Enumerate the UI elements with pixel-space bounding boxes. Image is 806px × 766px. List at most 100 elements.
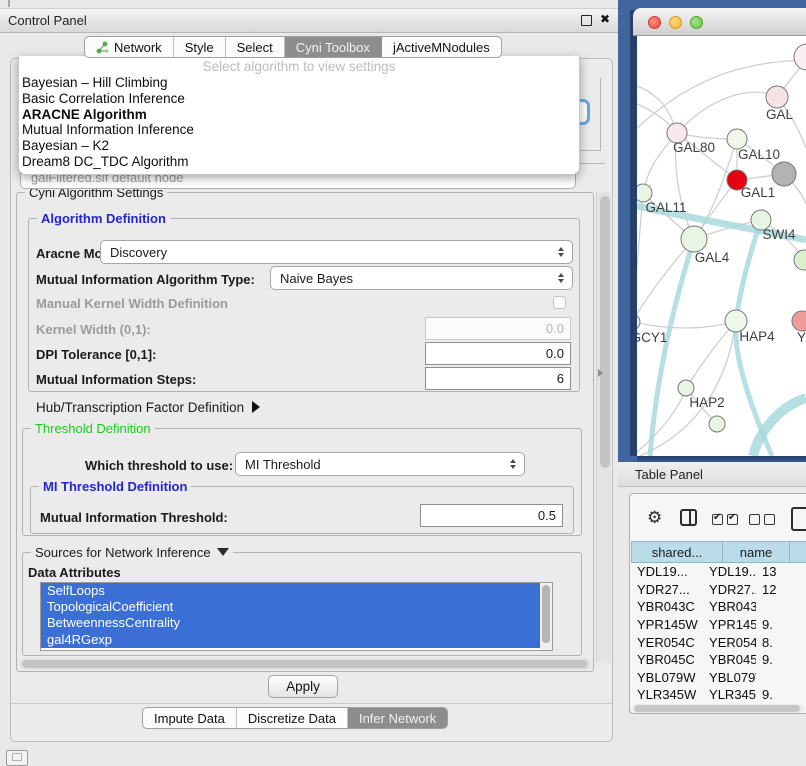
stepper-icon bbox=[553, 247, 568, 257]
table-row[interactable]: YPR145WYPR145W9. bbox=[631, 616, 806, 634]
table-cell: YDR27... bbox=[703, 582, 756, 597]
algorithm-option-selected[interactable]: ARACNE Algorithm bbox=[19, 107, 579, 123]
table-cell: 9. bbox=[756, 617, 806, 632]
kernel-width-input[interactable]: 0.0 bbox=[425, 317, 571, 340]
control-panel-tabs: Network Style Select Cyni Toolbox jActiv… bbox=[84, 36, 502, 58]
table-row[interactable]: YBR043CYBR043C bbox=[631, 598, 806, 616]
network-node-gal[interactable] bbox=[766, 86, 788, 108]
table-row[interactable]: YBR045CYBR045C9. bbox=[631, 651, 806, 669]
network-node-hap2[interactable] bbox=[678, 380, 694, 396]
table-cell: YER054C bbox=[631, 635, 703, 650]
table-row[interactable]: YDL19...YDL19...13 bbox=[631, 563, 806, 581]
algorithm-option[interactable]: Dream8 DC_TDC Algorithm bbox=[19, 154, 579, 170]
tab-jactivemnodules[interactable]: jActiveMNodules bbox=[382, 37, 501, 57]
table-cell: YBR043C bbox=[631, 599, 703, 614]
tab-impute-data[interactable]: Impute Data bbox=[143, 708, 237, 728]
network-node[interactable] bbox=[772, 162, 796, 186]
threshold-definition-title: Threshold Definition bbox=[31, 421, 155, 436]
table-cell: YDL19... bbox=[631, 564, 703, 579]
columns-icon[interactable] bbox=[680, 509, 697, 526]
tab-discretize-data[interactable]: Discretize Data bbox=[237, 708, 348, 728]
tab-cyni-toolbox[interactable]: Cyni Toolbox bbox=[285, 37, 382, 57]
table-row[interactable]: YDR27...YDR27...12 bbox=[631, 581, 806, 599]
network-node[interactable] bbox=[794, 250, 806, 270]
mac-zoom-button[interactable] bbox=[690, 16, 703, 29]
dock-icon[interactable] bbox=[6, 750, 28, 766]
network-node[interactable] bbox=[709, 416, 725, 432]
node-label: SWI4 bbox=[762, 227, 795, 242]
float-window-icon[interactable] bbox=[581, 15, 592, 26]
manual-kernel-label: Manual Kernel Width Definition bbox=[36, 296, 228, 311]
list-item[interactable]: gal4RGexp bbox=[41, 632, 552, 648]
mac-minimize-button[interactable] bbox=[669, 16, 682, 29]
hub-section-toggle[interactable]: Hub/Transcription Factor Definition bbox=[36, 400, 260, 415]
which-threshold-combo[interactable]: MI Threshold bbox=[235, 452, 525, 476]
network-edge bbox=[753, 398, 806, 456]
mi-threshold-input[interactable]: 0.5 bbox=[420, 504, 563, 527]
settings-vertical-scrollbar[interactable] bbox=[596, 192, 611, 662]
clear-all-checks-icon[interactable] bbox=[749, 512, 779, 530]
gear-icon[interactable]: ⚙ bbox=[647, 509, 662, 526]
network-node[interactable] bbox=[794, 44, 806, 70]
column-header[interactable]: A bbox=[790, 541, 806, 563]
network-view-canvas[interactable]: GALGAL80GAL10GAL1GAL11GAL4SWI4GCY1HAP4YH… bbox=[637, 36, 806, 456]
table-cell: YBL079W bbox=[703, 670, 756, 685]
network-graph: GALGAL80GAL10GAL1GAL11GAL4SWI4GCY1HAP4YH… bbox=[637, 36, 806, 456]
list-item[interactable]: TopologicalCoefficient bbox=[41, 599, 552, 615]
column-header[interactable]: name bbox=[723, 541, 790, 563]
list-item[interactable]: BetweennessCentrality bbox=[41, 615, 552, 631]
tab-style[interactable]: Style bbox=[174, 37, 226, 57]
column-header[interactable]: shared... bbox=[631, 541, 723, 563]
apply-button[interactable]: Apply bbox=[268, 675, 338, 698]
algorithm-option[interactable]: Mutual Information Inference bbox=[19, 122, 579, 138]
hidden-groupbox-top2 bbox=[580, 163, 605, 164]
table-horizontal-scrollbar[interactable] bbox=[632, 704, 804, 713]
table-cell: YLR345W bbox=[703, 687, 756, 702]
close-icon[interactable]: ✖ bbox=[600, 12, 610, 26]
aracne-mode-combo[interactable]: Discovery bbox=[100, 240, 573, 264]
tab-infer-network[interactable]: Infer Network bbox=[348, 708, 447, 728]
hidden-groupbox-edge bbox=[600, 78, 601, 150]
table-cell: YDL19... bbox=[703, 564, 756, 579]
network-node-gal4[interactable] bbox=[681, 226, 707, 252]
network-edge bbox=[637, 321, 736, 328]
export-table-icon[interactable] bbox=[791, 507, 806, 531]
tab-network[interactable]: Network bbox=[85, 37, 174, 57]
table-row[interactable]: YBL079WYBL079W bbox=[631, 669, 806, 687]
manual-kernel-checkbox[interactable] bbox=[553, 296, 566, 309]
table-row[interactable]: YER054CYER054C8. bbox=[631, 633, 806, 651]
network-edge bbox=[637, 239, 694, 322]
split-divider-grip[interactable] bbox=[598, 369, 603, 377]
control-panel-titlebar: Control Panel ✖ bbox=[0, 8, 618, 33]
select-all-checks-icon[interactable] bbox=[712, 512, 742, 530]
tab-select[interactable]: Select bbox=[226, 37, 285, 57]
dpi-tolerance-input[interactable]: 0.0 bbox=[425, 342, 571, 365]
table-cell: YER054C bbox=[703, 635, 756, 650]
list-scrollbar[interactable] bbox=[540, 583, 552, 650]
mi-steps-input[interactable]: 6 bbox=[425, 367, 571, 390]
table-cell: YLR345W bbox=[631, 687, 703, 702]
algorithm-option[interactable]: Bayesian – K2 bbox=[19, 138, 579, 154]
table-row[interactable]: YLR345WYLR345W9. bbox=[631, 686, 806, 704]
hidden-groupbox-bottom bbox=[580, 150, 601, 151]
sources-title[interactable]: Sources for Network Inference bbox=[31, 545, 233, 560]
mac-close-button[interactable] bbox=[648, 16, 661, 29]
node-label: GAL11 bbox=[645, 200, 686, 215]
mi-type-combo[interactable]: Naive Bayes bbox=[270, 266, 573, 290]
algorithm-option[interactable]: Bayesian – Hill Climbing bbox=[19, 75, 579, 91]
mi-steps-label: Mutual Information Steps: bbox=[36, 372, 196, 387]
list-item[interactable]: SelfLoops bbox=[41, 583, 552, 599]
data-attributes-label: Data Attributes bbox=[28, 565, 121, 580]
table-cell: YPR145W bbox=[631, 617, 703, 632]
settings-horizontal-scrollbar[interactable] bbox=[20, 658, 592, 670]
algorithm-option[interactable]: Basic Correlation Inference bbox=[19, 91, 579, 107]
node-label: Y bbox=[797, 330, 806, 345]
network-node-gcy1[interactable] bbox=[637, 314, 640, 330]
data-attributes-list[interactable]: SelfLoops TopologicalCoefficient Between… bbox=[40, 582, 553, 651]
network-node-y[interactable] bbox=[792, 311, 806, 331]
network-window-titlebar[interactable] bbox=[633, 8, 806, 36]
table-cell: YBL079W bbox=[631, 670, 703, 685]
network-node-gal10[interactable] bbox=[727, 129, 747, 149]
dropdown-prompt: Select algorithm to view settings bbox=[19, 56, 579, 75]
node-label: GAL bbox=[766, 107, 794, 122]
